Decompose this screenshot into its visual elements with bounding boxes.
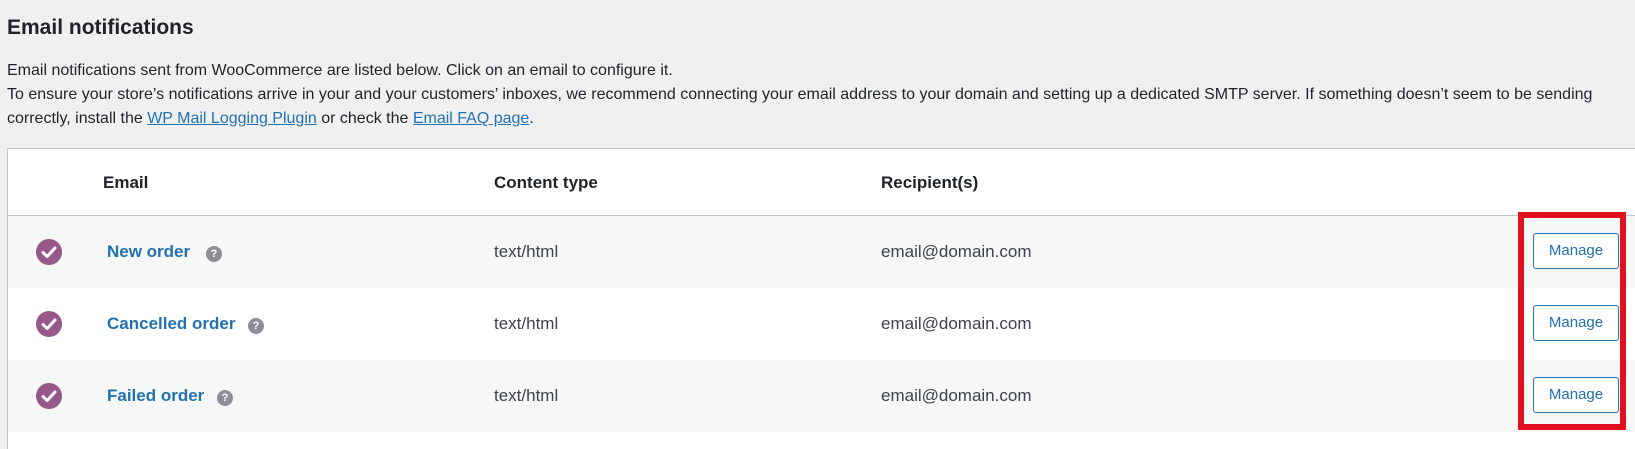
table-row: Cancelled order ? text/html email@domain… [8, 288, 1635, 360]
wp-mail-logging-plugin-link[interactable]: WP Mail Logging Plugin [147, 110, 317, 127]
help-icon[interactable]: ? [206, 246, 222, 262]
manage-button-cancelled-order[interactable]: Manage [1533, 305, 1619, 341]
recipient-cell: email@domain.com [881, 386, 1032, 405]
check-circle-icon [36, 239, 62, 265]
manage-button-failed-order[interactable]: Manage [1533, 377, 1619, 413]
email-notifications-table: Email Content type Recipient(s) New orde… [7, 148, 1635, 449]
intro-line-2-middle: or check the [316, 110, 413, 127]
intro-line-1: Email notifications sent from WooCommerc… [7, 62, 673, 79]
email-link-new-order[interactable]: New order [107, 242, 190, 262]
content-type-cell: text/html [494, 386, 559, 405]
check-circle-icon [36, 311, 62, 337]
intro-text: Email notifications sent from WooCommerc… [7, 59, 1627, 131]
page-title: Email notifications [7, 16, 194, 39]
column-header-email[interactable]: Email [103, 173, 148, 193]
intro-line-2: To ensure your store’s notifications arr… [7, 83, 1627, 131]
email-link-failed-order[interactable]: Failed order [107, 386, 204, 406]
help-icon[interactable]: ? [217, 390, 233, 406]
email-link-cancelled-order[interactable]: Cancelled order [107, 314, 236, 334]
column-header-recipients: Recipient(s) [881, 173, 979, 192]
table-row: Failed order ? text/html email@domain.co… [8, 360, 1635, 432]
content-type-cell: text/html [494, 314, 559, 333]
table-header: Email Content type Recipient(s) [8, 149, 1635, 216]
manage-button-new-order[interactable]: Manage [1533, 233, 1619, 269]
table-row: New order ? text/html email@domain.com M… [8, 216, 1635, 288]
recipient-cell: email@domain.com [881, 242, 1032, 261]
recipient-cell: email@domain.com [881, 314, 1032, 333]
help-icon[interactable]: ? [248, 318, 264, 334]
check-circle-icon [36, 383, 62, 409]
intro-line-2-suffix: . [529, 110, 534, 127]
content-type-cell: text/html [494, 242, 559, 261]
email-faq-link[interactable]: Email FAQ page [413, 110, 530, 127]
column-header-content-type: Content type [494, 173, 598, 192]
